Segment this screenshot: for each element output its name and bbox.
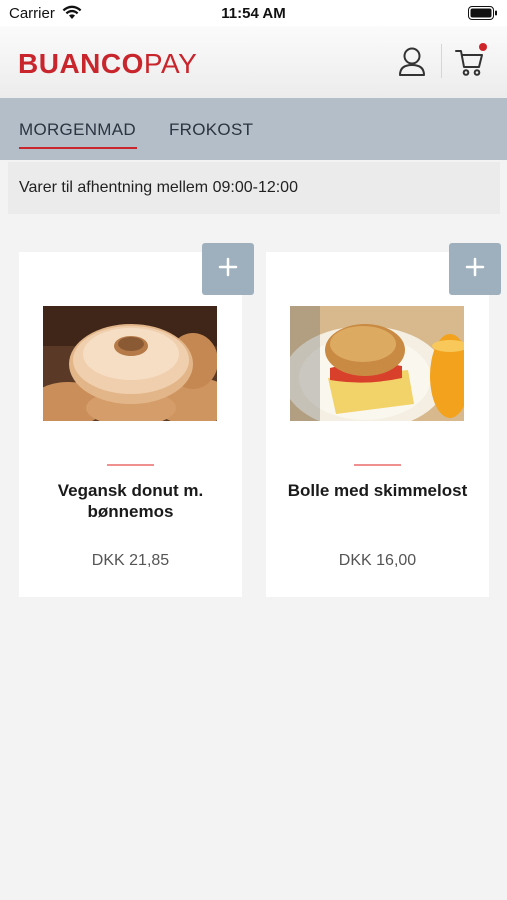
cart-notification-dot (479, 43, 487, 51)
user-icon (398, 47, 426, 82)
plus-icon (465, 257, 485, 282)
plus-icon (218, 257, 238, 282)
product-name: Vegansk donut m. bønnemos (57, 481, 204, 521)
product-accent-line (354, 464, 401, 466)
logo-part-buanco: BUANCO (18, 48, 144, 79)
app-header: BUANCOPAY (0, 26, 507, 98)
tab-frokost[interactable]: FROKOST (169, 120, 253, 140)
product-price: DKK 21,85 (91, 552, 170, 569)
header-divider (441, 44, 442, 78)
status-bar: Carrier 11:54 AM (0, 0, 507, 26)
status-time: 11:54 AM (221, 5, 286, 22)
user-button[interactable] (398, 46, 426, 83)
product-price: DKK 16,00 (338, 552, 417, 569)
add-to-cart-button[interactable] (449, 243, 501, 295)
product-name: Bolle med skimmelost (287, 481, 468, 500)
product-image-donut (43, 306, 217, 421)
pickup-notice-text: Varer til afhentning mellem 09:00-12:00 (19, 179, 298, 196)
product-image-bun-cheese (290, 306, 464, 421)
product-accent-line (107, 464, 154, 466)
category-tabbar: MORGENMAD FROKOST (0, 98, 507, 160)
logo-part-pay: PAY (143, 48, 198, 79)
tab-morgenmad[interactable]: MORGENMAD (19, 120, 136, 140)
add-to-cart-button[interactable] (202, 243, 254, 295)
cart-icon (455, 50, 485, 82)
active-tab-indicator (19, 147, 137, 149)
pickup-notice: Varer til afhentning mellem 09:00-12:00 (8, 162, 500, 214)
brand-logo[interactable]: BUANCOPAY (18, 48, 197, 80)
cart-button[interactable] (455, 46, 485, 83)
battery-icon (468, 6, 498, 25)
product-card[interactable]: Bolle med skimmelost DKK 16,00 (266, 243, 501, 597)
product-card[interactable]: Vegansk donut m. bønnemos DKK 21,85 (19, 243, 254, 597)
